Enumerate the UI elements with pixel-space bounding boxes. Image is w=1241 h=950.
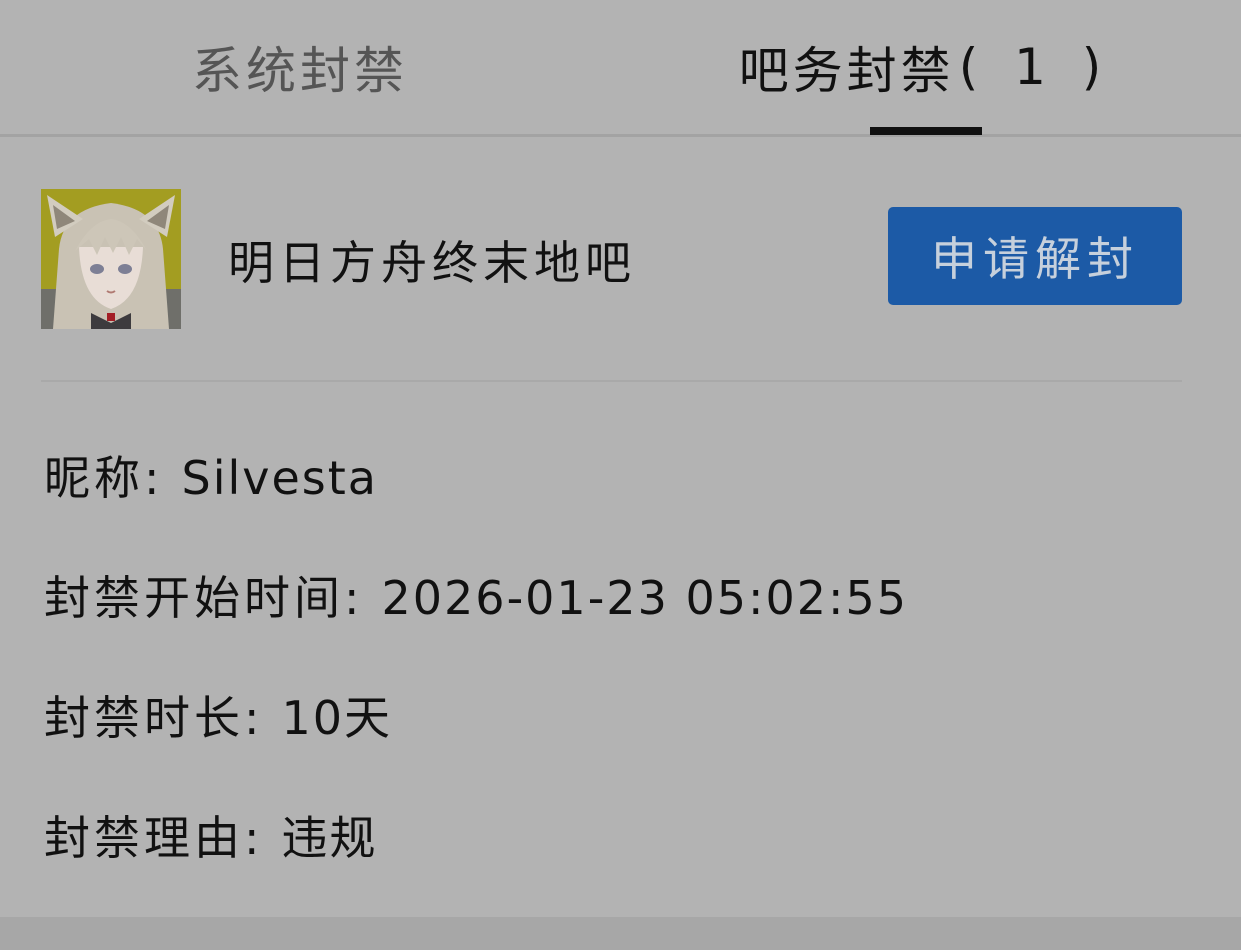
ban-reason-row: 封禁理由: 违规 (44, 802, 378, 868)
ban-start-label: 封禁开始时间: (44, 571, 364, 625)
tab-forum-ban[interactable]: 吧务封禁 ( 1 ) (720, 0, 1130, 134)
forum-row: 明日方舟终末地吧 申请解封 (41, 189, 1182, 329)
ban-reason-label: 封禁理由: (44, 811, 264, 865)
tab-forum-ban-label: 吧务封禁 (738, 42, 955, 100)
ban-duration-row: 封禁时长: 10天 (44, 682, 392, 748)
forum-name[interactable]: 明日方舟终末地吧 (228, 227, 636, 293)
forum-avatar[interactable] (41, 189, 181, 329)
appeal-unban-button[interactable]: 申请解封 (888, 207, 1182, 305)
ban-duration-value: 10天 (281, 691, 393, 745)
nickname-value: Silvesta (181, 451, 378, 505)
tab-bar: 系统封禁 吧务封禁 ( 1 ) (0, 0, 1241, 137)
ban-start-value: 2026-01-23 05:02:55 (381, 571, 909, 625)
nickname-label: 昵称: (44, 451, 164, 505)
divider (41, 380, 1182, 382)
ban-record-card: 明日方舟终末地吧 申请解封 昵称: Silvesta 封禁开始时间: 2026-01… (0, 137, 1241, 917)
ban-reason-value: 违规 (281, 811, 378, 865)
tab-system-ban[interactable]: 系统封禁 (100, 0, 500, 134)
nickname-row: 昵称: Silvesta (44, 442, 378, 508)
ban-duration-label: 封禁时长: (44, 691, 264, 745)
active-tab-indicator (870, 127, 982, 135)
tab-system-ban-label: 系统封禁 (192, 42, 408, 100)
ban-start-row: 封禁开始时间: 2026-01-23 05:02:55 (44, 562, 908, 628)
anime-character-avatar-icon (41, 189, 181, 329)
footer-strip (0, 917, 1241, 950)
tab-forum-ban-count: ( 1 ) (958, 38, 1112, 96)
ban-detail-page: 系统封禁 吧务封禁 ( 1 ) 明日方舟终末地吧 申请解封 昵称: Silves… (0, 0, 1241, 950)
